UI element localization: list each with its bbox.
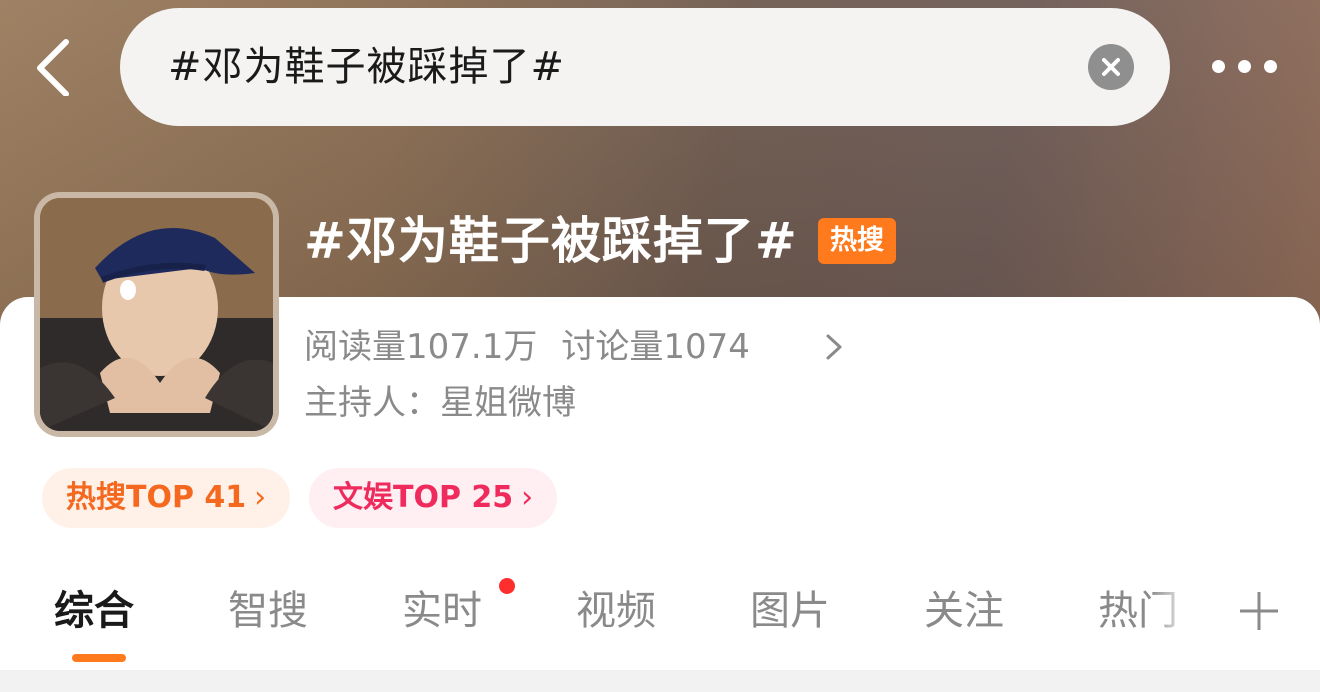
tab-overflow-fade: [1150, 575, 1220, 647]
clear-search-button[interactable]: [1088, 44, 1134, 90]
discussion-count-label: 讨论量: [561, 327, 664, 367]
plus-icon: [1240, 592, 1278, 630]
stats-detail-button[interactable]: [822, 330, 846, 364]
tab-following[interactable]: 关注: [924, 575, 1004, 647]
topic-stats[interactable]: 阅读量107.1万 讨论量1074: [304, 320, 750, 374]
more-options-button[interactable]: [1208, 50, 1284, 82]
person-photo-icon: [40, 198, 273, 431]
close-icon: [1102, 58, 1120, 76]
topic-cover-photo: [40, 198, 273, 431]
search-query-text[interactable]: #邓为鞋子被踩掉了#: [168, 8, 565, 126]
chevron-right-icon: ›: [521, 480, 534, 515]
more-dots-icon: [1212, 60, 1225, 73]
more-dots-icon: [1264, 60, 1277, 73]
content-divider: [0, 670, 1320, 692]
host-label: 主持人：: [304, 383, 440, 423]
realtime-notification-dot: [499, 578, 515, 594]
topic-title: #邓为鞋子被踩掉了#: [304, 212, 798, 270]
entertainment-rank-label: 文娱TOP 25: [333, 480, 514, 515]
back-button[interactable]: [30, 36, 80, 97]
topic-host: 主持人：星姐微博: [304, 376, 576, 430]
tab-pictures[interactable]: 图片: [750, 575, 830, 647]
tab-realtime[interactable]: 实时: [402, 575, 482, 647]
hot-search-rank-label: 热搜TOP 41: [66, 480, 247, 515]
topic-cover-image[interactable]: [34, 192, 279, 437]
tab-comprehensive[interactable]: 综合: [54, 575, 134, 647]
search-bar[interactable]: #邓为鞋子被踩掉了#: [120, 8, 1170, 126]
entertainment-rank-pill[interactable]: 文娱TOP 25 ›: [309, 468, 557, 528]
hot-search-rank-pill[interactable]: 热搜TOP 41 ›: [42, 468, 290, 528]
more-dots-icon: [1238, 60, 1251, 73]
read-count-value: 107.1万: [406, 327, 538, 367]
tab-video[interactable]: 视频: [576, 575, 656, 647]
discussion-count-value: 1074: [663, 327, 750, 367]
result-tabs: 综合 智搜 实时 视频 图片 关注 热门: [0, 575, 1320, 647]
chevron-left-icon: [37, 39, 69, 97]
read-count-label: 阅读量: [304, 327, 406, 367]
hot-search-badge: 热搜: [818, 218, 896, 264]
add-tab-button[interactable]: [1236, 588, 1282, 634]
host-name[interactable]: 星姐微博: [440, 383, 576, 423]
chevron-right-icon: [826, 334, 842, 360]
chevron-right-icon: ›: [254, 480, 267, 515]
active-tab-indicator: [72, 654, 126, 662]
tab-smart-search[interactable]: 智搜: [228, 575, 308, 647]
